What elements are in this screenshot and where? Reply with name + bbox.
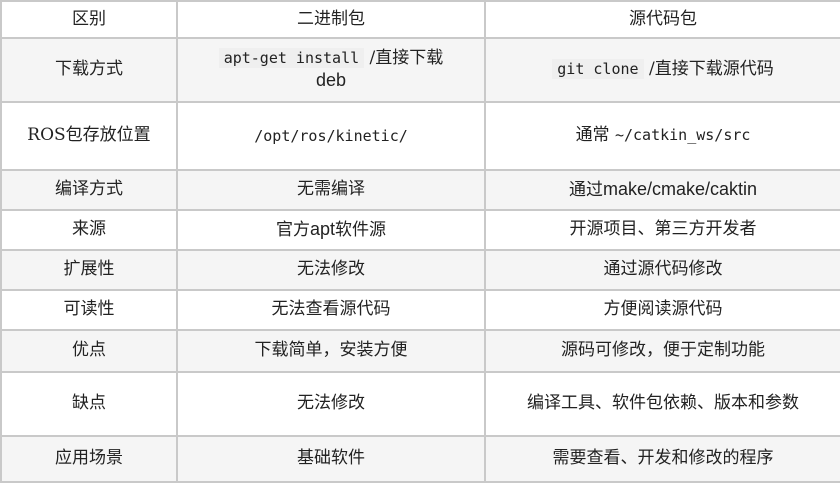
header-cell-binary-package: 二进制包 <box>176 0 486 39</box>
row-label: 来源 <box>0 209 178 251</box>
cell-text: make/cmake/caktin <box>602 179 758 200</box>
row-label: 可读性 <box>0 289 178 331</box>
source-cell: 需要查看、开发和修改的程序 <box>484 435 840 483</box>
cell-text: 软件源 <box>335 220 387 241</box>
table-row: 优点 下载简单，安装方便 源码可修改，便于定制功能 <box>0 329 840 373</box>
binary-cell: 官方apt软件源 <box>176 209 486 251</box>
source-cell: 方便阅读源代码 <box>484 289 840 331</box>
binary-cell: 无法修改 <box>176 249 486 291</box>
binary-cell: 基础软件 <box>176 435 486 483</box>
inline-code: git clone <box>552 59 644 80</box>
binary-cell: apt-get install /直接下载 deb <box>176 37 486 103</box>
table-row: 可读性 无法查看源代码 方便阅读源代码 <box>0 289 840 331</box>
source-cell: 源码可修改，便于定制功能 <box>484 329 840 373</box>
binary-cell: 下载简单，安装方便 <box>176 329 486 373</box>
source-cell: git clone /直接下载源代码 <box>484 37 840 103</box>
header-cell-source-package: 源代码包 <box>484 0 840 39</box>
table-row: 下载方式 apt-get install /直接下载 deb git clone … <box>0 37 840 103</box>
source-cell: 通过make/cmake/caktin <box>484 169 840 211</box>
source-cell: 开源项目、第三方开发者 <box>484 209 840 251</box>
header-cell-difference: 区别 <box>0 0 178 39</box>
cell-text: /直接下载源代码 <box>643 59 774 80</box>
source-cell: 通常 ~/catkin_ws/src <box>484 101 840 171</box>
binary-cell: 无法查看源代码 <box>176 289 486 331</box>
table-header-row: 区别 二进制包 源代码包 <box>0 0 840 39</box>
comparison-table: 区别 二进制包 源代码包 下载方式 apt-get install /直接下载 d… <box>0 0 840 483</box>
binary-cell: 无需编译 <box>176 169 486 211</box>
row-label: 缺点 <box>0 371 178 437</box>
table-row: 缺点 无法修改 编译工具、软件包依赖、版本和参数 <box>0 371 840 437</box>
table-row: 扩展性 无法修改 通过源代码修改 <box>0 249 840 291</box>
cell-text: 通过 <box>568 180 603 201</box>
row-label: 下载方式 <box>0 37 178 103</box>
cell-text: /直接下载 <box>364 47 444 68</box>
source-cell: 编译工具、软件包依赖、版本和参数 <box>484 371 840 437</box>
row-label: 扩展性 <box>0 249 178 291</box>
cell-text: 官方 <box>275 220 310 241</box>
table-row: 应用场景 基础软件 需要查看、开发和修改的程序 <box>0 435 840 483</box>
table-row: ROS包存放位置 /opt/ros/kinetic/ 通常 ~/catkin_w… <box>0 101 840 171</box>
row-label: ROS包存放位置 <box>0 101 178 171</box>
binary-cell: 无法修改 <box>176 371 486 437</box>
cell-text: apt <box>309 219 336 240</box>
table-row: 来源 官方apt软件源 开源项目、第三方开发者 <box>0 209 840 251</box>
row-label: 优点 <box>0 329 178 373</box>
cell-text: deb <box>315 70 347 90</box>
cell-text: 通常 <box>575 125 615 146</box>
path-text: ~/catkin_ws/src <box>614 126 751 145</box>
source-cell: 通过源代码修改 <box>484 249 840 291</box>
row-label: 应用场景 <box>0 435 178 483</box>
inline-code: apt-get install <box>218 47 365 68</box>
binary-cell: /opt/ros/kinetic/ <box>176 101 486 171</box>
table-row: 编译方式 无需编译 通过make/cmake/caktin <box>0 169 840 211</box>
row-label: 编译方式 <box>0 169 178 211</box>
